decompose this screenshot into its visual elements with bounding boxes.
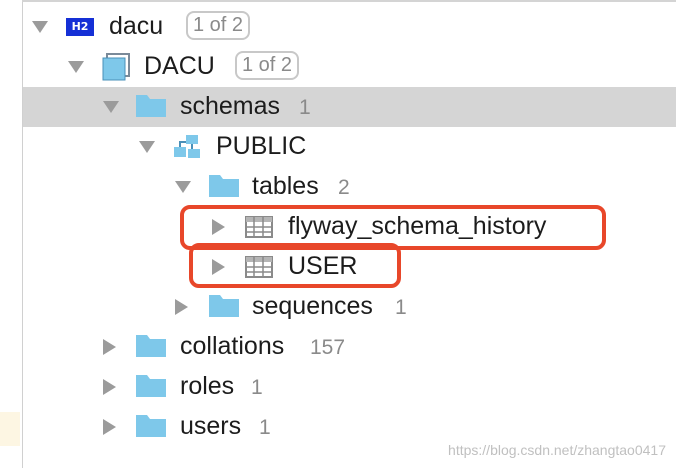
node-label: sequences: [252, 292, 373, 320]
node-count: 1: [251, 376, 263, 399]
node-label: PUBLIC: [216, 132, 307, 160]
node-count: 2: [338, 176, 350, 199]
node-label: dacu: [109, 12, 164, 40]
node-label: tables: [252, 172, 319, 200]
node-count: 1: [259, 416, 271, 439]
database-tree: H2 dacu 1 of 2 DACU 1 of 2 schemas 1 PUB…: [23, 0, 676, 468]
node-label: roles: [180, 372, 235, 400]
expand-arrow-icon[interactable]: [103, 101, 119, 113]
expand-arrow-icon[interactable]: [175, 299, 188, 315]
database-schema-icon: [101, 53, 131, 86]
expand-arrow-icon[interactable]: [68, 61, 84, 73]
tree-node-dacu[interactable]: H2 dacu 1 of 2: [23, 7, 676, 47]
left-gutter: [0, 0, 23, 468]
h2-database-icon: H2: [66, 18, 94, 36]
watermark: https://blog.csdn.net/zhangtao0417: [448, 442, 666, 458]
tree-node-sequences[interactable]: sequences 1: [23, 287, 676, 327]
schema-icon: [172, 134, 202, 165]
folder-icon: [136, 375, 166, 402]
node-label: schemas: [180, 92, 281, 120]
folder-icon: [136, 335, 166, 362]
expand-arrow-icon[interactable]: [103, 379, 116, 395]
node-badge: 1 of 2: [186, 11, 251, 40]
expand-arrow-icon[interactable]: [103, 339, 116, 355]
node-count: 1: [299, 96, 311, 119]
expand-arrow-icon[interactable]: [103, 419, 116, 435]
node-label: collations: [180, 332, 285, 360]
tree-node-tables[interactable]: tables 2: [23, 167, 676, 207]
node-badge: 1 of 2: [235, 51, 300, 80]
highlight-box-user: [189, 243, 401, 288]
expand-arrow-icon[interactable]: [139, 141, 155, 153]
folder-icon: [209, 295, 239, 322]
tree-node-roles[interactable]: roles 1: [23, 367, 676, 407]
expand-arrow-icon[interactable]: [175, 181, 191, 193]
gutter-marker: [0, 412, 20, 446]
tree-node-collations[interactable]: collations 157: [23, 327, 676, 367]
node-label: DACU: [144, 52, 215, 80]
tree-node-schemas[interactable]: schemas 1: [23, 87, 676, 127]
folder-icon: [209, 175, 239, 202]
node-label: users: [180, 412, 242, 440]
expand-arrow-icon[interactable]: [32, 21, 48, 33]
node-count: 157: [310, 336, 346, 359]
tree-node-public[interactable]: PUBLIC: [23, 127, 676, 167]
folder-icon: [136, 415, 166, 442]
folder-icon: [136, 95, 166, 122]
tree-node-users[interactable]: users 1: [23, 407, 676, 447]
tree-node-dacu-schema[interactable]: DACU 1 of 2: [23, 47, 676, 87]
node-count: 1: [395, 296, 407, 319]
